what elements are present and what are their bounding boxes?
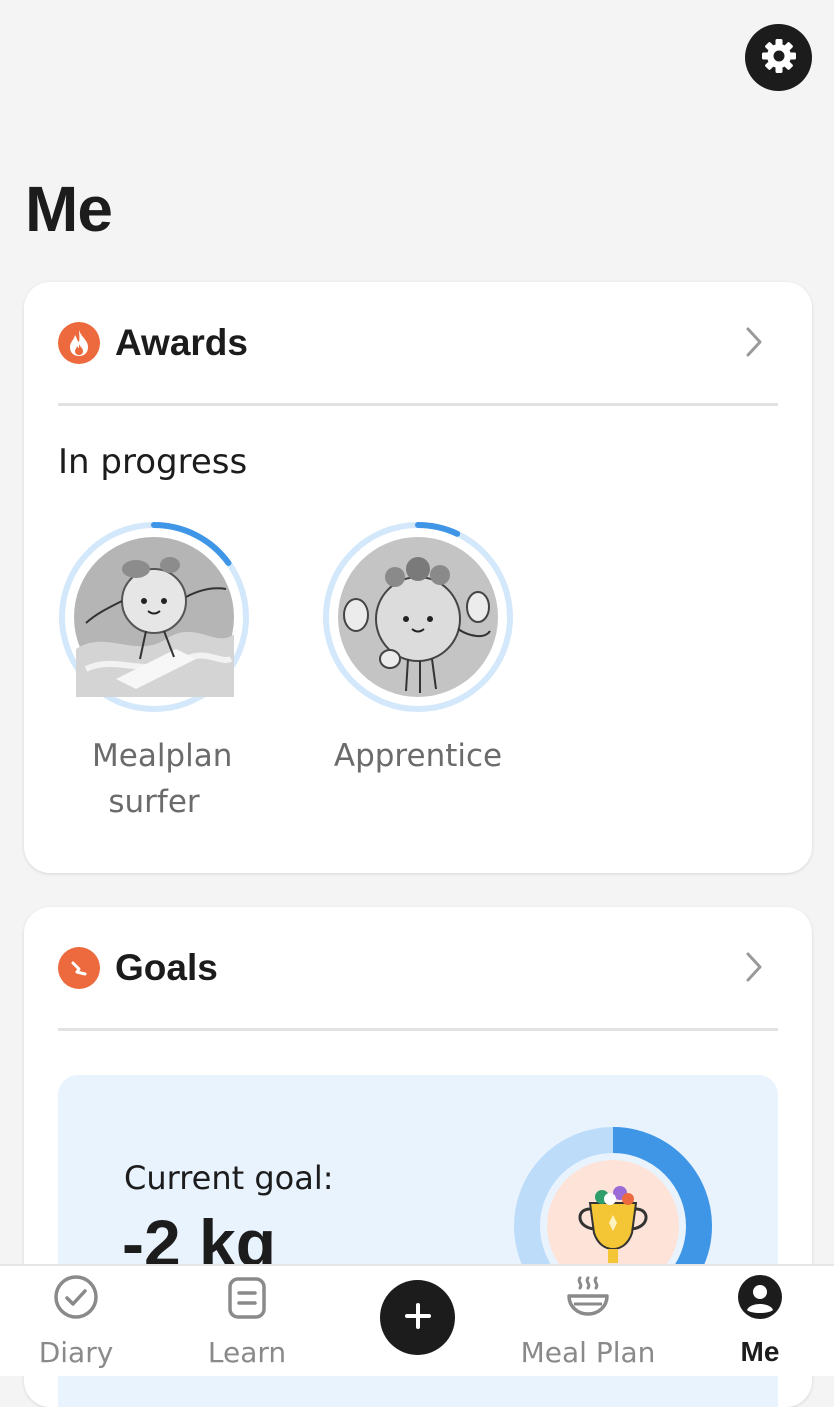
nav-item-meal-plan[interactable]: Meal Plan: [508, 1276, 668, 1369]
awards-card[interactable]: Awards In progress Mealplan surfer Appre…: [24, 282, 812, 873]
flame-icon: [58, 321, 100, 364]
check-circle-icon: [53, 1274, 99, 1324]
chevron-right-icon[interactable]: [744, 951, 764, 987]
profile-icon: [737, 1274, 783, 1324]
goal-icon: [58, 946, 100, 989]
current-goal-label: Current goal:: [124, 1159, 334, 1197]
gear-icon: [759, 36, 799, 80]
award-badge-surfer: [59, 522, 249, 712]
plus-icon: [404, 1302, 432, 1334]
nav-label: Me: [740, 1336, 780, 1367]
awards-header[interactable]: Awards: [58, 282, 778, 406]
bottom-nav: Diary Learn Meal Plan Me: [0, 1264, 834, 1376]
nav-item-me[interactable]: Me: [680, 1275, 834, 1368]
award-item[interactable]: Mealplan surfer: [54, 519, 254, 825]
award-name: Mealplan surfer: [92, 738, 233, 820]
award-item[interactable]: Apprentice: [318, 519, 518, 779]
add-button[interactable]: [380, 1280, 455, 1355]
goals-header[interactable]: Goals: [58, 907, 778, 1031]
nav-label: Learn: [207, 1336, 287, 1369]
settings-button[interactable]: [745, 24, 812, 91]
nav-label: Meal Plan: [520, 1336, 656, 1369]
bowl-icon: [566, 1274, 610, 1324]
goals-title: Goals: [115, 946, 218, 988]
nav-item-diary[interactable]: Diary: [0, 1275, 156, 1369]
nav-label: Diary: [38, 1336, 114, 1369]
in-progress-label: In progress: [58, 442, 248, 482]
document-icon: [227, 1276, 267, 1324]
award-name: Apprentice: [333, 738, 503, 774]
awards-title: Awards: [115, 321, 248, 363]
page-title: Me: [25, 173, 113, 245]
award-badge-apprentice: [323, 522, 513, 712]
nav-item-learn[interactable]: Learn: [167, 1276, 327, 1369]
chevron-right-icon[interactable]: [744, 326, 764, 362]
